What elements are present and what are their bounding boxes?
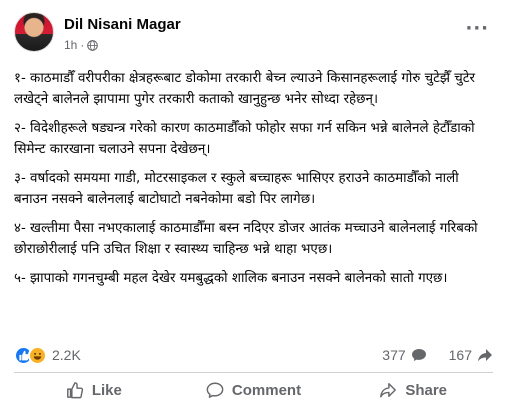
post-time[interactable]: 1h: [64, 38, 77, 52]
comments-count: 377: [382, 347, 406, 363]
post-paragraph-3: ३- वर्षादको समयमा गाडी, मोटरसाइकल र स्कु…: [14, 171, 459, 207]
haha-reaction-icon: [28, 345, 47, 365]
thumbs-up-icon: [66, 382, 83, 399]
author-avatar[interactable]: [14, 12, 54, 52]
like-label: Like: [91, 381, 122, 399]
shares-stat[interactable]: 167: [449, 347, 493, 363]
post-header: Dil Nisani Magar 1h · ···: [14, 12, 493, 60]
comment-label: Comment: [231, 381, 302, 399]
comment-button[interactable]: Comment: [174, 374, 334, 406]
right-stats: 377 167: [382, 347, 493, 363]
reactions-summary[interactable]: 2.2K: [14, 345, 81, 365]
comments-stat[interactable]: 377: [382, 347, 426, 363]
actions-divider: [14, 372, 493, 373]
share-icon: [380, 382, 397, 398]
reactions-count: 2.2K: [52, 347, 81, 363]
comment-icon: [206, 382, 224, 398]
post-paragraph-4: ४- खल्तीमा पैसा नभएकालाई काठमाडौँमा बस्न…: [14, 221, 478, 257]
share-arrow-icon: [478, 349, 492, 362]
shares-count: 167: [448, 347, 472, 363]
post-meta: 1h ·: [64, 38, 99, 52]
post-paragraph-1: १- काठमाडौँ वरीपरीका क्षेत्रहरूबाट डोकोम…: [14, 71, 475, 107]
comment-bubble-icon: [411, 349, 426, 361]
share-button[interactable]: Share: [333, 374, 493, 406]
meta-separator: ·: [80, 38, 85, 52]
author-name[interactable]: Dil Nisani Magar: [64, 16, 181, 33]
share-label: Share: [405, 381, 448, 399]
like-button[interactable]: Like: [14, 374, 174, 406]
more-options-icon[interactable]: ···: [465, 18, 489, 39]
post-body: १- काठमाडौँ वरीपरीका क्षेत्रहरूबाट डोकोम…: [14, 68, 494, 297]
facebook-post: Dil Nisani Magar 1h · ··· १- काठमाडौँ वर…: [0, 0, 507, 413]
post-actions: Like Comment Share: [14, 374, 493, 406]
post-paragraph-5: ५- झापाको गगनचुम्बी महल देखेर यमबुद्धको …: [14, 271, 448, 286]
post-paragraph-2: २- विदेशीहरूले षड्यन्त्र गरेको कारण काठम…: [14, 121, 475, 157]
globe-icon: [87, 39, 99, 51]
engagement-stats: 2.2K 377 167: [14, 343, 493, 367]
